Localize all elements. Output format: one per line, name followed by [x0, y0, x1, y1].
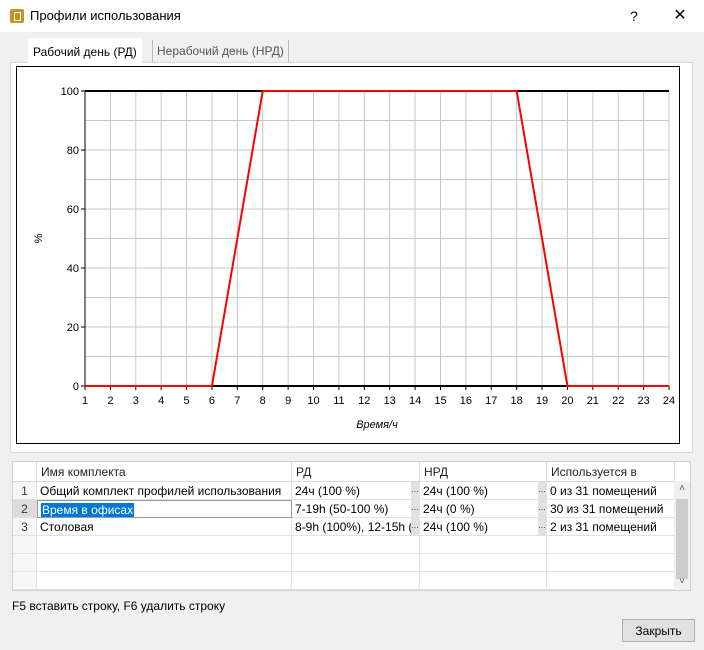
y-tick-label: 100 — [61, 86, 79, 98]
usage-profile-chart: 0204060801001 2 3 4 5 6 7 8 9 10 11 12 13 14 15 16 17 18 1… — [33, 86, 675, 431]
cell-name[interactable]: Столовая — [37, 518, 292, 536]
edit-ellipsis-button[interactable]: ... — [411, 500, 419, 518]
empty-cell — [292, 554, 420, 572]
tab-nonworking-day[interactable]: Нерабочий день (НРД) — [152, 40, 289, 62]
empty-cell — [13, 554, 37, 572]
empty-cell — [420, 554, 547, 572]
x-tick-label: 17 — [485, 395, 497, 407]
scroll-down-icon[interactable]: ˅ — [674, 574, 690, 590]
series-point — [668, 385, 670, 387]
cell-nrd[interactable]: 24ч (100 %) — [420, 518, 547, 536]
cell-used[interactable]: 2 из 31 помещений — [547, 518, 675, 536]
x-tick-label: 7 — [234, 395, 240, 407]
x-tick-label: 13 — [384, 395, 396, 407]
close-icon[interactable]: ✕ — [668, 6, 692, 26]
empty-cell — [547, 554, 675, 572]
series-point — [566, 385, 568, 387]
column-header-used[interactable]: Используется в — [547, 462, 675, 482]
x-tick-label: 21 — [587, 395, 599, 407]
row-header-corner — [13, 462, 37, 482]
y-tick-label: 40 — [67, 263, 79, 275]
series-point — [516, 90, 518, 92]
y-tick-label: 0 — [73, 381, 79, 393]
empty-cell — [37, 536, 292, 554]
series-point — [211, 385, 213, 387]
x-axis-label: Время/ч — [356, 419, 398, 431]
y-tick-label: 20 — [67, 322, 79, 334]
keyboard-hint: F5 вставить строку, F6 удалить строку — [12, 599, 226, 613]
cell-num[interactable]: 3 — [13, 518, 37, 536]
empty-cell — [420, 572, 547, 590]
x-tick-label: 6 — [209, 395, 215, 407]
y-tick-label: 80 — [67, 145, 79, 157]
x-tick-label: 3 — [133, 395, 139, 407]
edit-ellipsis-button[interactable]: ... — [538, 518, 546, 536]
tab-working-day[interactable]: Рабочий день (РД) — [28, 38, 142, 66]
profile-table: Имя комплекта РД НРД Используется в 1 Общ… — [12, 461, 691, 591]
x-tick-label: 22 — [612, 395, 624, 407]
cell-used[interactable]: 0 из 31 помещений — [547, 482, 675, 500]
x-tick-label: 15 — [434, 395, 446, 407]
column-header-rd[interactable]: РД — [292, 462, 420, 482]
cell-rd[interactable]: 8-9h (100%), 12-15h (1... — [292, 518, 420, 536]
series-point — [262, 90, 264, 92]
x-tick-label: 14 — [409, 395, 421, 407]
cell-nrd[interactable]: 24ч (0 %) — [420, 500, 547, 518]
empty-cell — [547, 572, 675, 590]
empty-cell — [13, 536, 37, 554]
x-tick-label: 11 — [333, 395, 344, 407]
y-tick-label: 60 — [67, 204, 79, 216]
series-point — [84, 385, 86, 387]
edit-ellipsis-button[interactable]: ... — [538, 482, 546, 500]
cell-nrd[interactable]: 24ч (100 %) — [420, 482, 547, 500]
column-header-nrd[interactable]: НРД — [420, 462, 547, 482]
x-tick-label: 1 — [82, 395, 88, 407]
x-tick-label: 12 — [358, 395, 370, 407]
empty-cell — [292, 572, 420, 590]
close-button[interactable]: Закрыть — [622, 619, 695, 642]
scroll-thumb[interactable] — [676, 499, 688, 579]
cell-num[interactable]: 2 — [13, 500, 37, 518]
empty-cell — [13, 572, 37, 590]
cell-name[interactable]: Общий комплект профилей использования — [37, 482, 292, 500]
empty-cell — [420, 536, 547, 554]
window-title: Профили использования — [30, 8, 181, 23]
selected-name-text[interactable]: Время в офисах — [41, 503, 135, 517]
x-tick-label: 4 — [158, 395, 164, 407]
empty-cell — [292, 536, 420, 554]
edit-ellipsis-button[interactable]: ... — [538, 500, 546, 518]
edit-ellipsis-button[interactable]: ... — [411, 518, 419, 536]
x-tick-label: 10 — [307, 395, 319, 407]
cell-name[interactable]: Время в офисах — [37, 500, 292, 518]
vertical-scrollbar[interactable]: ˄ ˅ — [674, 481, 690, 590]
empty-cell — [547, 536, 675, 554]
y-axis-label: % — [33, 233, 45, 243]
x-tick-label: 16 — [460, 395, 472, 407]
header-scroll-spacer — [675, 462, 690, 482]
cell-rd[interactable]: 7-19h (50-100 %) — [292, 500, 420, 518]
cell-rd[interactable]: 24ч (100 %) — [292, 482, 420, 500]
x-tick-label: 23 — [637, 395, 649, 407]
edit-ellipsis-button[interactable]: ... — [411, 482, 419, 500]
x-tick-label: 19 — [536, 395, 548, 407]
x-tick-label: 18 — [511, 395, 523, 407]
x-tick-label: 9 — [285, 395, 291, 407]
empty-cell — [37, 572, 292, 590]
cell-num[interactable]: 1 — [13, 482, 37, 500]
app-icon — [10, 9, 24, 23]
x-tick-label: 20 — [561, 395, 573, 407]
help-button[interactable]: ? — [624, 6, 644, 26]
column-header-name[interactable]: Имя комплекта — [37, 462, 292, 482]
empty-cell — [37, 554, 292, 572]
x-tick-label: 8 — [260, 395, 266, 407]
x-tick-label: 2 — [107, 395, 113, 407]
title-bar: Профили использования ? ✕ — [0, 0, 704, 32]
cell-used[interactable]: 30 из 31 помещений — [547, 500, 675, 518]
scroll-up-icon[interactable]: ˄ — [674, 481, 690, 497]
x-tick-label: 24 — [663, 395, 675, 407]
x-tick-label: 5 — [184, 395, 190, 407]
